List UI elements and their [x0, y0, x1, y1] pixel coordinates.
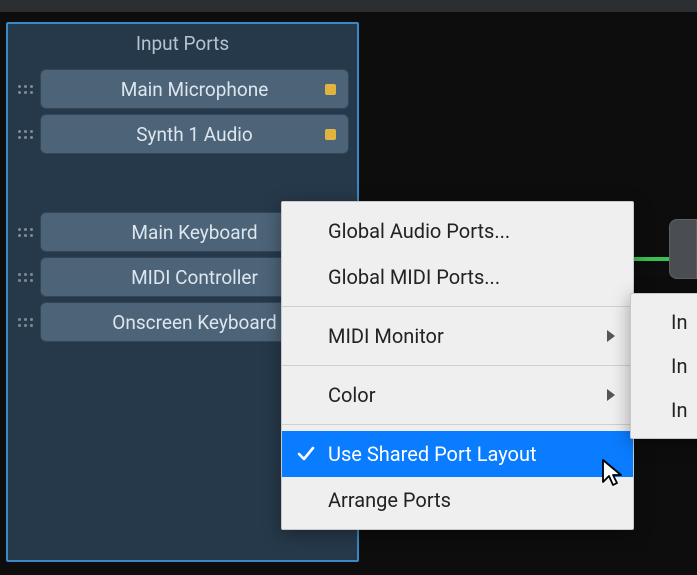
port-label: Main Microphone: [59, 78, 330, 101]
node-stub[interactable]: [669, 219, 697, 279]
menu-label: In: [671, 398, 687, 422]
port-synth1-audio[interactable]: Synth 1 Audio: [40, 114, 349, 154]
port-status-dot: [325, 84, 336, 95]
menu-global-audio-ports[interactable]: Global Audio Ports...: [282, 208, 633, 254]
drag-grip-icon[interactable]: [16, 318, 34, 327]
app-toolbar: [0, 0, 697, 12]
menu-use-shared-port-layout[interactable]: Use Shared Port Layout: [282, 431, 633, 477]
drag-grip-icon[interactable]: [16, 273, 34, 282]
menu-label: MIDI Monitor: [328, 324, 444, 348]
port-row[interactable]: Synth 1 Audio: [16, 114, 349, 154]
submenu-item[interactable]: In: [631, 344, 697, 388]
context-menu[interactable]: Global Audio Ports... Global MIDI Ports.…: [281, 201, 634, 530]
menu-color[interactable]: Color: [282, 372, 633, 418]
section-spacer: [8, 159, 357, 207]
port-label: Synth 1 Audio: [59, 123, 330, 146]
menu-separator: [282, 424, 633, 425]
menu-label: In: [671, 310, 687, 334]
menu-label: In: [671, 354, 687, 378]
menu-midi-monitor[interactable]: MIDI Monitor: [282, 313, 633, 359]
menu-separator: [282, 365, 633, 366]
menu-label: Global Audio Ports...: [328, 219, 510, 243]
menu-label: Arrange Ports: [328, 488, 451, 512]
menu-label: Global MIDI Ports...: [328, 265, 500, 289]
port-row[interactable]: Main Microphone: [16, 69, 349, 109]
drag-grip-icon[interactable]: [16, 130, 34, 139]
panel-title: Input Ports: [8, 32, 357, 55]
port-status-dot: [325, 129, 336, 140]
menu-global-midi-ports[interactable]: Global MIDI Ports...: [282, 254, 633, 300]
submenu-item[interactable]: In: [631, 388, 697, 432]
menu-arrange-ports[interactable]: Arrange Ports: [282, 477, 633, 523]
checkmark-icon: [296, 444, 316, 464]
context-submenu[interactable]: In In In: [630, 293, 697, 439]
submenu-item[interactable]: In: [631, 300, 697, 344]
menu-label: Color: [328, 383, 375, 407]
menu-separator: [282, 306, 633, 307]
drag-grip-icon[interactable]: [16, 228, 34, 237]
routing-canvas[interactable]: Input Ports Main Microphone Synth 1 Audi…: [0, 12, 697, 575]
drag-grip-icon[interactable]: [16, 85, 34, 94]
port-main-microphone[interactable]: Main Microphone: [40, 69, 349, 109]
menu-label: Use Shared Port Layout: [328, 442, 537, 466]
